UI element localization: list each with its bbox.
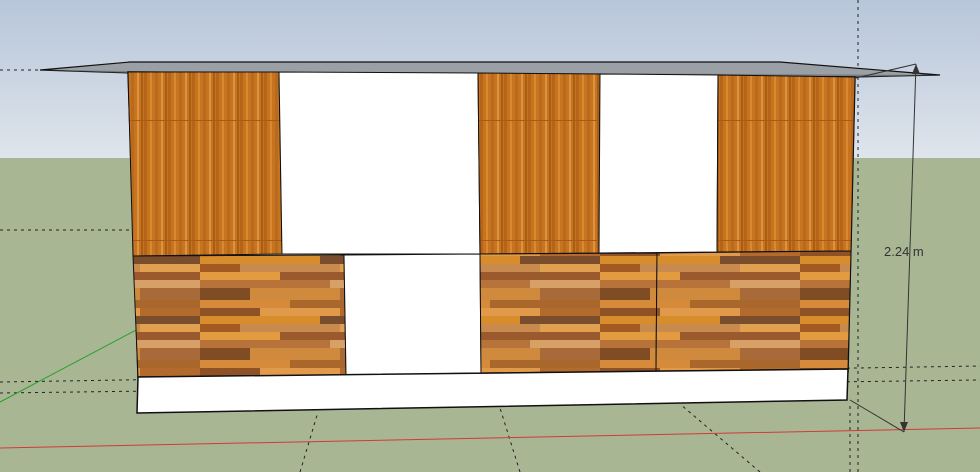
lower-wood-panel-2[interactable] <box>479 252 658 374</box>
green-axis-line <box>0 327 141 403</box>
dimension-arrow-top-icon <box>912 64 920 74</box>
upper-opening-1[interactable] <box>278 71 481 255</box>
base-plinth[interactable] <box>136 368 849 414</box>
red-axis-line <box>0 427 980 449</box>
lower-wood-panel-1[interactable] <box>132 254 347 378</box>
upper-wood-panel-3[interactable] <box>716 74 856 253</box>
sketchup-viewport[interactable]: 2.24 m <box>0 0 980 472</box>
upper-wood-panel-1[interactable] <box>127 71 283 257</box>
scene-canvas[interactable] <box>0 0 980 472</box>
lower-opening-door[interactable] <box>343 253 482 376</box>
upper-opening-2[interactable] <box>598 73 719 254</box>
dimension-label[interactable]: 2.24 m <box>884 244 924 259</box>
lower-wood-panel-3[interactable] <box>655 250 852 372</box>
upper-wood-panel-2[interactable] <box>477 72 601 255</box>
